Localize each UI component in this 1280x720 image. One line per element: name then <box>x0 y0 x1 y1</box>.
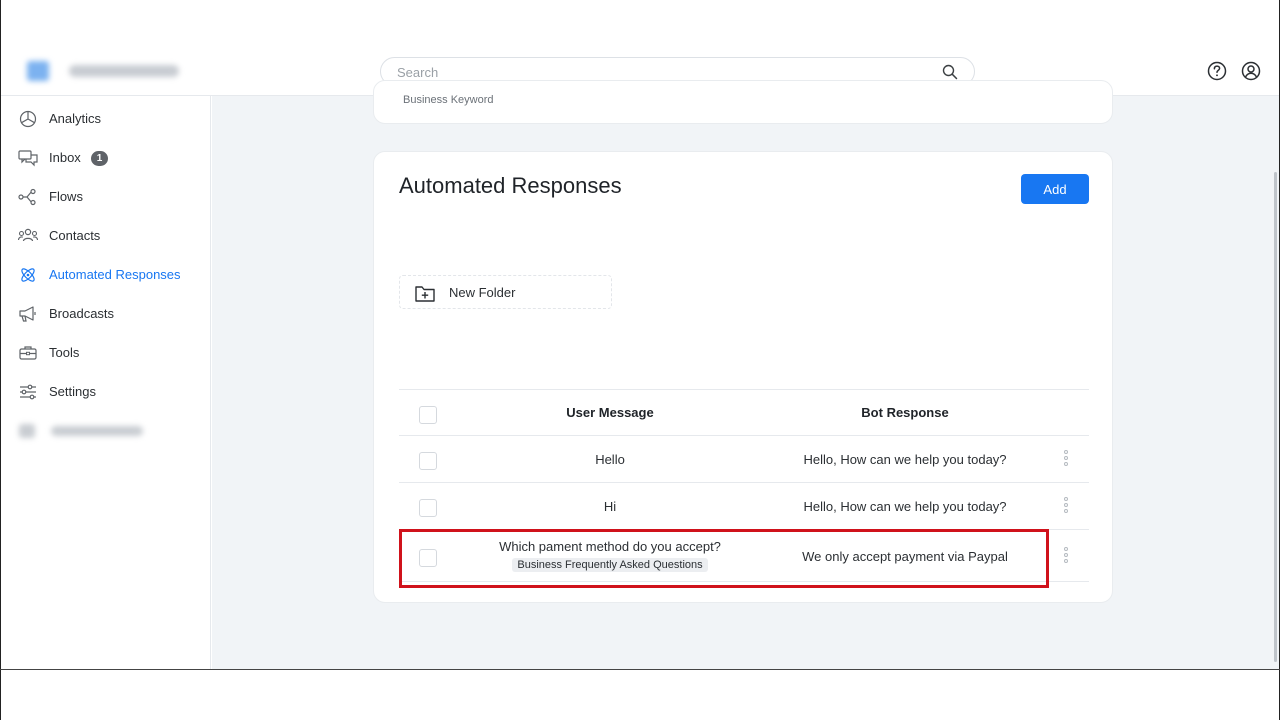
table-header-row: User Message Bot Response <box>399 389 1089 435</box>
keyword-card: Business Keyword <box>373 80 1113 124</box>
chat-bubbles-icon <box>18 150 38 167</box>
page-title: Automated Responses <box>399 173 622 198</box>
flow-icon <box>18 188 36 206</box>
row-checkbox[interactable] <box>419 499 437 517</box>
bot-response-header: Bot Response <box>861 405 949 420</box>
more-options-icon[interactable] <box>1062 497 1070 515</box>
user-message-cell: Hi <box>603 499 617 514</box>
sidebar-item-contacts[interactable]: Contacts <box>1 221 211 251</box>
window-bottom-border <box>0 669 1280 670</box>
sliders-icon <box>20 384 36 400</box>
sidebar-item-analytics[interactable]: Analytics <box>1 104 211 134</box>
user-message-cell: Hello <box>595 452 625 467</box>
sidebar-item-tools[interactable]: Tools <box>1 338 211 368</box>
brand-logo <box>25 61 185 81</box>
highlight-annotation-box <box>399 529 1049 588</box>
sidebar-item-flows[interactable]: Flows <box>1 182 211 212</box>
sidebar-item-settings[interactable]: Settings <box>1 377 211 407</box>
sidebar-item-label: Automated Responses <box>49 267 181 282</box>
sidebar-item-label: Broadcasts <box>49 306 115 321</box>
megaphone-icon <box>19 306 36 322</box>
folder-plus-icon <box>415 286 435 302</box>
search-icon[interactable] <box>942 64 958 80</box>
sidebar-item-automated-responses[interactable]: Automated Responses <box>1 260 211 290</box>
account-icon[interactable] <box>1240 60 1262 82</box>
sidebar-item-blurred[interactable] <box>19 422 147 438</box>
sidebar-item-broadcasts[interactable]: Broadcasts <box>1 299 211 329</box>
sidebar-item-inbox[interactable]: Inbox 1 <box>1 143 211 173</box>
sidebar-item-label: Inbox <box>49 150 81 165</box>
sidebar-item-label: Contacts <box>49 228 101 243</box>
atom-icon <box>21 268 35 282</box>
add-button[interactable]: Add <box>1021 174 1089 204</box>
row-checkbox[interactable] <box>419 452 437 470</box>
more-options-icon[interactable] <box>1062 547 1070 565</box>
more-options-icon[interactable] <box>1062 450 1070 468</box>
business-keyword-label: Business Keyword <box>403 94 494 106</box>
sidebar-item-label: Flows <box>49 189 83 204</box>
help-icon[interactable] <box>1206 60 1228 82</box>
select-all-checkbox[interactable] <box>419 406 437 424</box>
table-row[interactable]: Hi Hello, How can we help you today? <box>399 482 1089 529</box>
search-input[interactable] <box>397 63 917 81</box>
inbox-count-badge: 1 <box>91 151 108 166</box>
sidebar: Analytics Inbox 1 Flows Contacts Automat… <box>1 96 211 669</box>
sidebar-item-label: Settings <box>49 384 96 399</box>
new-folder-button[interactable]: New Folder <box>399 275 612 309</box>
contacts-icon <box>18 228 38 242</box>
toolbox-icon <box>19 346 37 360</box>
bot-response-cell: Hello, How can we help you today? <box>803 452 1007 467</box>
user-message-header: User Message <box>566 405 654 420</box>
bot-response-cell: Hello, How can we help you today? <box>803 499 1007 514</box>
sidebar-item-label: Tools <box>49 345 80 360</box>
pie-chart-icon <box>19 110 37 128</box>
scrollbar-thumb[interactable] <box>1274 172 1277 662</box>
sidebar-item-label: Analytics <box>49 111 102 126</box>
new-folder-label: New Folder <box>449 285 516 300</box>
table-row[interactable]: Hello Hello, How can we help you today? <box>399 435 1089 482</box>
